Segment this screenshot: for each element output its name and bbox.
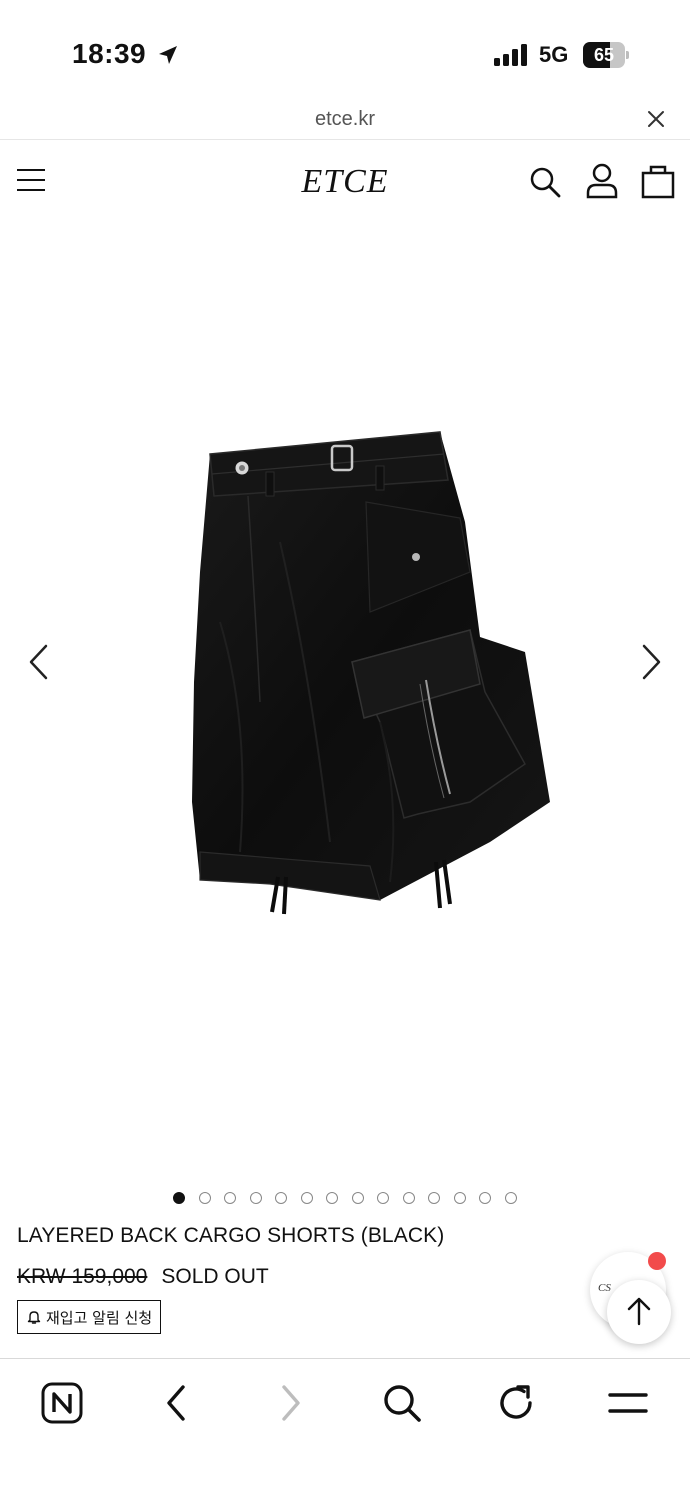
gallery-pagination [0, 1192, 690, 1206]
pagination-dot[interactable] [198, 1192, 211, 1204]
status-time: 18:39 [72, 38, 147, 69]
pagination-dot[interactable] [479, 1192, 492, 1204]
pagination-dot[interactable] [275, 1192, 288, 1204]
search-icon[interactable] [528, 165, 562, 199]
back-icon[interactable] [155, 1381, 199, 1425]
sold-out-label: SOLD OUT [161, 1265, 269, 1288]
bell-icon [27, 1311, 41, 1324]
product-name: LAYERED BACK CARGO SHORTS (BLACK) [17, 1224, 445, 1247]
pagination-dot[interactable] [300, 1192, 313, 1204]
restock-alert-label: 재입고 알림 신청 [46, 1308, 153, 1327]
price-row: KRW 159,000 SOLD OUT [17, 1265, 269, 1289]
pagination-dot[interactable] [428, 1192, 441, 1204]
pagination-dot[interactable] [377, 1192, 390, 1204]
site-header: ETCE [0, 141, 690, 221]
product-price: KRW 159,000 [17, 1265, 148, 1288]
pagination-dot[interactable] [453, 1192, 466, 1204]
network-label: 5G [539, 42, 569, 67]
battery-level: 65 [593, 45, 615, 65]
chevron-right-icon[interactable] [638, 642, 664, 682]
status-bar: 18:39 5G 65 [0, 0, 690, 100]
product-image[interactable] [180, 422, 560, 922]
battery-icon: 65 [583, 42, 629, 68]
close-icon[interactable] [644, 107, 668, 131]
pagination-dot[interactable] [402, 1192, 415, 1204]
url-bar[interactable]: etce.kr [0, 100, 690, 140]
restock-alert-button[interactable]: 재입고 알림 신청 [17, 1300, 162, 1334]
reload-icon[interactable] [494, 1381, 538, 1425]
search-icon[interactable] [380, 1381, 424, 1425]
arrow-up-icon [627, 1297, 651, 1326]
account-icon[interactable] [585, 163, 619, 199]
url-text[interactable]: etce.kr [0, 108, 690, 131]
location-arrow-icon [159, 46, 177, 64]
chevron-left-icon[interactable] [26, 642, 52, 682]
naver-n-icon[interactable] [40, 1381, 84, 1425]
product-gallery[interactable] [0, 222, 690, 1182]
scroll-top-button[interactable] [607, 1280, 671, 1344]
notification-dot [648, 1252, 666, 1270]
pagination-dot[interactable] [224, 1192, 237, 1204]
signal-icon [494, 44, 527, 66]
cs-label: CS [598, 1282, 611, 1294]
browser-toolbar [0, 1358, 690, 1500]
pagination-dot[interactable] [351, 1192, 364, 1204]
pagination-dot[interactable] [326, 1192, 339, 1204]
pagination-dot[interactable] [504, 1192, 517, 1204]
forward-icon[interactable] [268, 1381, 312, 1425]
pagination-dot[interactable] [249, 1192, 262, 1204]
menu-icon[interactable] [606, 1381, 650, 1425]
pagination-dot[interactable] [173, 1192, 186, 1204]
shopping-bag-icon[interactable] [640, 163, 676, 199]
